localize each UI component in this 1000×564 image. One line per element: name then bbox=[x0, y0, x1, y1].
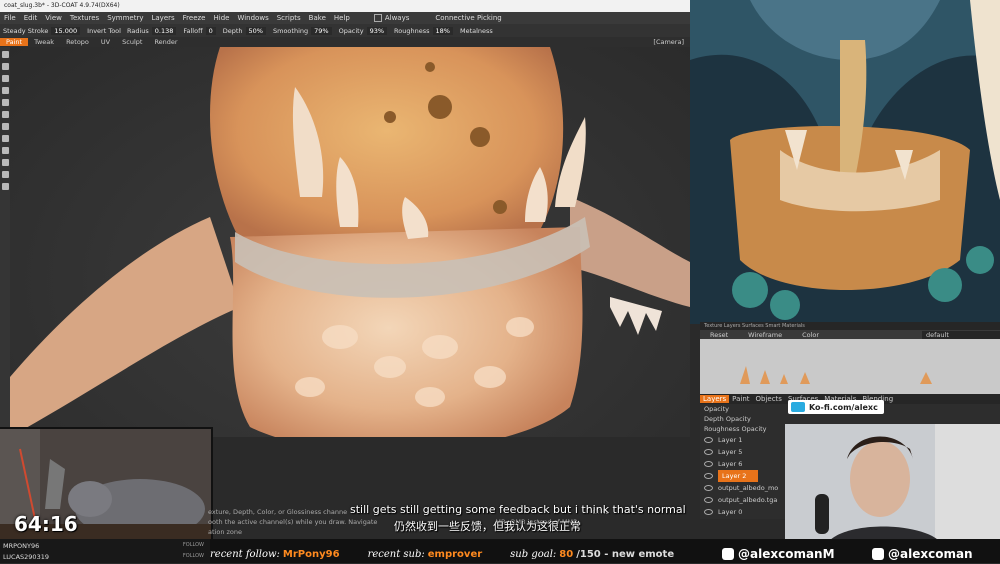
eye-icon[interactable] bbox=[704, 449, 713, 455]
opacity-label[interactable]: Opacity bbox=[336, 27, 367, 35]
tab-render[interactable]: Render bbox=[148, 38, 183, 46]
menu-textures[interactable]: Textures bbox=[66, 14, 103, 22]
depth-opacity-slider[interactable]: Depth Opacity bbox=[700, 414, 1000, 424]
camera-dropdown[interactable]: [Camera] bbox=[653, 38, 690, 46]
menu-hide[interactable]: Hide bbox=[210, 14, 234, 22]
tab-tweak[interactable]: Tweak bbox=[28, 38, 60, 46]
wireframe-toggle[interactable]: Wireframe bbox=[738, 331, 792, 339]
default-dropdown[interactable]: default bbox=[922, 330, 1000, 339]
menu-bake[interactable]: Bake bbox=[305, 14, 330, 22]
recent-follow-name: MrPony96 bbox=[282, 548, 340, 560]
eye-icon[interactable] bbox=[704, 485, 713, 491]
transform-tool-icon[interactable] bbox=[1, 183, 9, 190]
menu-scripts[interactable]: Scripts bbox=[273, 14, 305, 22]
3d-viewport[interactable] bbox=[10, 47, 690, 437]
kofi-cup-icon bbox=[791, 402, 805, 412]
select-tool-icon[interactable] bbox=[1, 135, 9, 142]
smear-tool-icon[interactable] bbox=[1, 75, 9, 82]
creature-model bbox=[10, 47, 690, 437]
kofi-badge: Ko-fi.com/alexc bbox=[788, 400, 884, 414]
sub-goal-current: 80 bbox=[559, 548, 574, 560]
follow-label: FOLLOW bbox=[182, 542, 204, 548]
metalness-label[interactable]: Metalness bbox=[457, 27, 496, 35]
connective-picking[interactable]: Connective Picking bbox=[431, 14, 505, 22]
pen-tool-icon[interactable] bbox=[1, 63, 9, 70]
steady-stroke-label[interactable]: Steady Stroke bbox=[0, 27, 51, 35]
roughness-label[interactable]: Roughness bbox=[391, 27, 432, 35]
user-name: LUCAS290319 bbox=[3, 553, 49, 561]
stream-ticker: recent follow: MrPony96 recent sub: empr… bbox=[210, 548, 675, 560]
uv-texture-preview[interactable] bbox=[700, 339, 1000, 394]
texture-editor-panel: Texture Layers Surfaces Smart Materials … bbox=[700, 322, 1000, 394]
radius-value[interactable]: 0.138 bbox=[151, 26, 177, 35]
checkbox-icon bbox=[373, 14, 382, 22]
falloff-value[interactable]: 0 bbox=[205, 26, 216, 35]
cat-webcam: 64:16 bbox=[0, 427, 213, 539]
reference-image bbox=[690, 0, 1000, 324]
fill-tool-icon[interactable] bbox=[1, 87, 9, 94]
depth-value[interactable]: 50% bbox=[245, 26, 266, 35]
text-tool-icon[interactable] bbox=[1, 123, 9, 130]
eye-icon[interactable] bbox=[704, 509, 713, 515]
tab-sculpt[interactable]: Sculpt bbox=[116, 38, 148, 46]
texpanel-toolbar: Reset Wireframe Color default bbox=[700, 330, 1000, 339]
menu-view[interactable]: View bbox=[41, 14, 66, 22]
opacity-value[interactable]: 93% bbox=[366, 26, 388, 35]
menu-freeze[interactable]: Freeze bbox=[179, 14, 210, 22]
reset-button[interactable]: Reset bbox=[700, 331, 738, 339]
texpanel-tabs[interactable]: Texture Layers Surfaces Smart Materials bbox=[700, 322, 1000, 330]
steady-stroke-value[interactable]: 15.000 bbox=[51, 26, 81, 35]
stamp-tool-icon[interactable] bbox=[1, 147, 9, 154]
depth-label[interactable]: Depth bbox=[220, 27, 246, 35]
falloff-label[interactable]: Falloff bbox=[180, 27, 205, 35]
menu-file[interactable]: File bbox=[0, 14, 20, 22]
subtitle-chinese: 仍然收到一些反馈，但我认为这很正常 bbox=[394, 520, 581, 533]
tab-retopo[interactable]: Retopo bbox=[60, 38, 95, 46]
radius-label[interactable]: Radius bbox=[124, 27, 152, 35]
menu-layers[interactable]: Layers bbox=[147, 14, 178, 22]
always-checkbox[interactable]: Always bbox=[373, 14, 409, 22]
brush-tool-icon[interactable] bbox=[1, 51, 9, 58]
tab-uv[interactable]: UV bbox=[95, 38, 116, 46]
room-tabs: Paint Tweak Retopo UV Sculpt Render [Cam… bbox=[0, 37, 690, 47]
invert-tool-label[interactable]: Invert Tool bbox=[84, 27, 124, 35]
smoothing-value[interactable]: 79% bbox=[311, 26, 332, 35]
roughness-value[interactable]: 18% bbox=[432, 26, 453, 35]
eye-icon[interactable] bbox=[704, 437, 713, 443]
eye-icon[interactable] bbox=[704, 461, 713, 467]
tool-options-bar: Steady Stroke 15.000 Invert Tool Radius … bbox=[0, 24, 690, 37]
instagram-handle: @alexcoman bbox=[872, 544, 973, 564]
menu-help[interactable]: Help bbox=[330, 14, 354, 22]
line-tool-icon[interactable] bbox=[1, 99, 9, 106]
menu-edit[interactable]: Edit bbox=[20, 14, 42, 22]
eye-icon[interactable] bbox=[704, 473, 713, 479]
twitter-handle: @alexcomanM bbox=[722, 544, 835, 564]
recent-users-list: MRPONY96 FOLLOW LUCAS290319 FOLLOW bbox=[0, 539, 210, 563]
window-title: coat_slug.3b* - 3D-COAT 4.9.74(DX64) bbox=[0, 0, 690, 12]
sub-goal-rest: /150 - new emote bbox=[576, 548, 675, 560]
tool-strip bbox=[0, 47, 10, 437]
clone-tool-icon[interactable] bbox=[1, 159, 9, 166]
smoothing-label[interactable]: Smoothing bbox=[270, 27, 311, 35]
tab-paint[interactable]: Paint bbox=[0, 38, 29, 46]
menu-bar: File Edit View Textures Symmetry Layers … bbox=[0, 12, 690, 24]
follow-label: FOLLOW bbox=[182, 553, 204, 559]
color-dropdown[interactable]: Color bbox=[792, 331, 829, 339]
tab-objects[interactable]: Objects bbox=[753, 395, 785, 403]
menu-symmetry[interactable]: Symmetry bbox=[103, 14, 147, 22]
eraser-tool-icon[interactable] bbox=[1, 111, 9, 118]
eye-icon[interactable] bbox=[704, 497, 713, 503]
blur-tool-icon[interactable] bbox=[1, 171, 9, 178]
stream-timer: 64:16 bbox=[14, 512, 78, 536]
instagram-icon bbox=[872, 548, 884, 560]
recent-sub-name: emprover bbox=[427, 548, 483, 560]
tab-layers[interactable]: Layers bbox=[700, 395, 730, 403]
twitter-icon bbox=[722, 548, 734, 560]
tab-paint-objects[interactable]: Paint bbox=[729, 395, 752, 403]
streamer-webcam bbox=[785, 424, 1000, 549]
subtitle-english: still gets still getting some feedback b… bbox=[350, 503, 686, 516]
menu-windows[interactable]: Windows bbox=[233, 14, 272, 22]
user-name: MRPONY96 bbox=[3, 542, 40, 550]
